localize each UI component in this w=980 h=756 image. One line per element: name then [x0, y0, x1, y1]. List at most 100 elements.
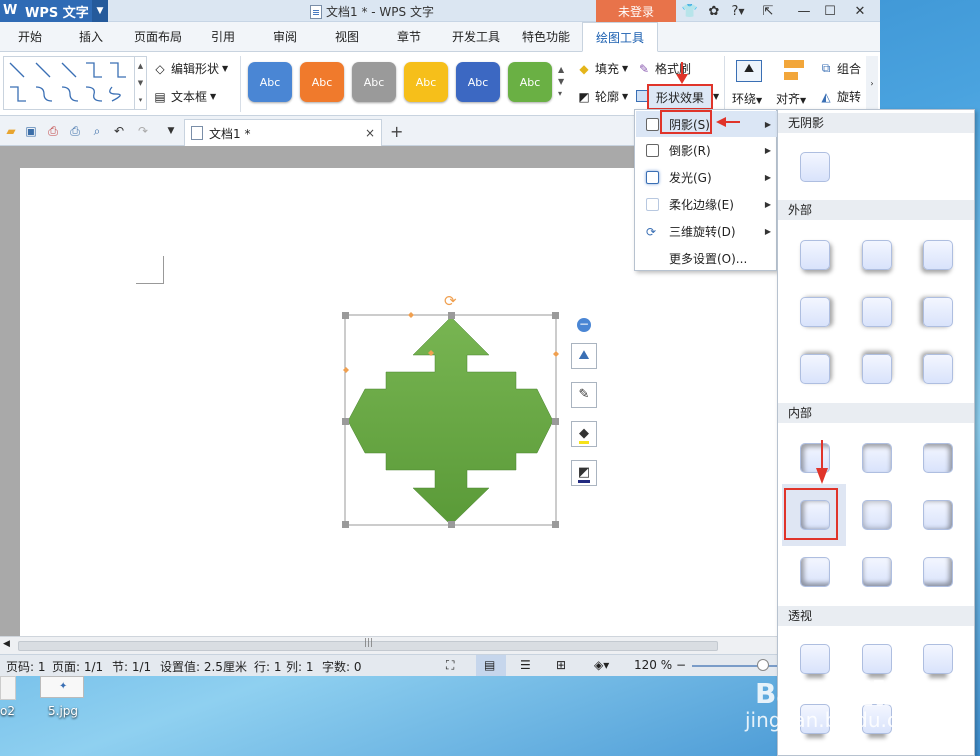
desktop-image-icon[interactable]: ✦	[40, 676, 84, 698]
menu-item-more-settings[interactable]: 更多设置(O)...	[636, 245, 777, 271]
window-title-text: 文档1 * - WPS 文字	[326, 5, 434, 19]
help-button[interactable]: ? ▼	[726, 0, 750, 22]
shadow-perspective-option[interactable]	[923, 644, 953, 674]
text-box-button[interactable]: ▤ 文本框 ▼	[152, 88, 216, 105]
customize-chevron-icon[interactable]: ▼	[164, 124, 178, 138]
layout-options-icon[interactable]: ⛰	[571, 343, 597, 369]
rotate-button[interactable]: ◭ 旋转	[818, 88, 861, 105]
tab-developer[interactable]: 开发工具	[444, 22, 508, 52]
close-tab-icon[interactable]: ×	[365, 126, 375, 140]
shadow-outer-option[interactable]	[800, 354, 830, 384]
menu-item-soft-edges[interactable]: 柔化边缘(E) ▶	[636, 191, 777, 217]
web-view-icon[interactable]: ⊞	[556, 658, 566, 672]
outline-button[interactable]: ◩ 轮廓 ▼	[576, 88, 628, 105]
shape-style-yellow[interactable]: Abc	[404, 62, 448, 102]
app-menu-button[interactable]: W WPS 文字 ▼	[0, 0, 108, 22]
ribbon-scroll-right[interactable]: ›	[866, 56, 878, 112]
save-icon[interactable]: ▣	[24, 124, 38, 138]
login-button[interactable]: 未登录	[596, 0, 676, 22]
wrap-button[interactable]: 环绕▼	[732, 90, 762, 107]
tab-review[interactable]: 审阅	[260, 22, 310, 52]
outline-view-icon[interactable]: ☰	[520, 658, 531, 672]
chevron-down-icon[interactable]: ▼	[92, 0, 108, 22]
fill-color-icon[interactable]: ◆	[571, 421, 597, 447]
shape-style-gray[interactable]: Abc	[352, 62, 396, 102]
shape-style-dark-blue[interactable]: Abc	[456, 62, 500, 102]
fullscreen-icon[interactable]: ⛶	[446, 658, 454, 673]
outline-color-icon[interactable]: ◩	[571, 460, 597, 486]
maximize-button[interactable]: ☐	[818, 0, 842, 22]
shadow-outer-option[interactable]	[862, 240, 892, 270]
style-gallery-scroll[interactable]: ▲ ▼ ▾	[558, 64, 564, 100]
shadow-inner-option[interactable]	[800, 557, 830, 587]
edit-shape-label: 编辑形状	[171, 62, 220, 76]
shadow-outer-option[interactable]	[800, 240, 830, 270]
tab-view[interactable]: 视图	[322, 22, 372, 52]
tab-drawing-tools[interactable]: 绘图工具	[582, 22, 658, 52]
shadow-outer-option[interactable]	[923, 240, 953, 270]
reflection-checkbox-icon	[646, 143, 659, 157]
print-icon[interactable]: ⎙	[68, 124, 82, 138]
desktop-file-label[interactable]: o2	[0, 704, 15, 718]
desktop-file-icon[interactable]	[0, 676, 16, 700]
scroll-left-icon[interactable]: ◀	[3, 639, 10, 649]
menu-item-reflection[interactable]: 倒影(R) ▶	[636, 137, 777, 163]
restore-ribbon-icon[interactable]: ⇱	[756, 0, 780, 22]
shadow-inner-option[interactable]	[862, 443, 892, 473]
shadow-none-option[interactable]	[800, 152, 830, 182]
rotate-handle-icon[interactable]: ⟳	[444, 292, 457, 310]
shadow-outer-option[interactable]	[923, 297, 953, 327]
close-button[interactable]: ✕	[848, 0, 872, 22]
menu-item-3d-rotation[interactable]: ⟳ 三维旋转(D) ▶	[636, 218, 777, 244]
shadow-outer-option[interactable]	[862, 297, 892, 327]
shadow-outer-option[interactable]	[862, 354, 892, 384]
align-button[interactable]: 对齐▼	[776, 90, 806, 107]
tab-home[interactable]: 开始	[6, 22, 54, 52]
shadow-outer-option[interactable]	[800, 297, 830, 327]
tab-references[interactable]: 引用	[198, 22, 248, 52]
desktop-image-label[interactable]: 5.jpg	[48, 704, 78, 718]
shadow-perspective-option[interactable]	[862, 644, 892, 674]
status-col: 列: 1	[286, 660, 314, 674]
new-tab-button[interactable]: +	[390, 122, 403, 141]
edit-shape-button[interactable]: ◇ 编辑形状 ▼	[152, 60, 228, 77]
shadow-inner-option[interactable]	[923, 500, 953, 530]
zoom-slider-thumb[interactable]	[757, 659, 769, 671]
shadow-perspective-option[interactable]	[800, 644, 830, 674]
shape-effect-button[interactable]: 形状效果	[647, 84, 713, 110]
menu-item-glow[interactable]: 发光(G) ▶	[636, 164, 777, 190]
shapes-gallery[interactable]	[3, 56, 135, 110]
collapse-icon[interactable]: −	[577, 318, 591, 332]
document-icon	[191, 126, 203, 140]
shapes-gallery-scroll[interactable]: ▲ ▼ ▾	[135, 56, 147, 110]
minimize-button[interactable]: —	[792, 0, 816, 22]
shape-style-orange[interactable]: Abc	[300, 62, 344, 102]
tab-insert[interactable]: 插入	[66, 22, 116, 52]
undo-icon[interactable]: ↶	[112, 124, 126, 138]
horizontal-scrollbar[interactable]: ◀ |||	[0, 636, 880, 654]
open-folder-icon[interactable]: ▰	[4, 124, 18, 138]
shape-style-green[interactable]: Abc	[508, 62, 552, 102]
shadow-inner-option[interactable]	[923, 443, 953, 473]
skin-icon[interactable]: 👕	[678, 0, 702, 22]
shape-style-blue[interactable]: Abc	[248, 62, 292, 102]
tab-special[interactable]: 特色功能	[514, 22, 578, 52]
feedback-icon[interactable]: ✿	[702, 0, 726, 22]
document-tab[interactable]: 文档1 * ×	[184, 119, 382, 146]
edit-points-icon[interactable]: ✎	[571, 382, 597, 408]
tab-sections[interactable]: 章节	[384, 22, 434, 52]
fill-button[interactable]: ◆ 填充 ▼	[576, 60, 628, 77]
reading-mode-icon[interactable]: ◈▾	[594, 658, 609, 672]
shadow-inner-option[interactable]	[923, 557, 953, 587]
zoom-out-icon[interactable]: −	[676, 658, 686, 672]
shadow-inner-option[interactable]	[862, 557, 892, 587]
shadow-inner-option[interactable]	[862, 500, 892, 530]
group-button[interactable]: ⧉ 组合	[818, 60, 861, 77]
tab-page-layout[interactable]: 页面布局	[126, 22, 190, 52]
shadow-outer-option[interactable]	[923, 354, 953, 384]
print-preview-icon[interactable]: ⌕	[90, 124, 104, 138]
align-icon	[782, 58, 806, 84]
four-way-arrow-shape[interactable]: ⟳	[338, 290, 568, 535]
export-pdf-icon[interactable]: ⎙	[46, 124, 60, 138]
redo-icon[interactable]: ↷	[136, 124, 150, 138]
